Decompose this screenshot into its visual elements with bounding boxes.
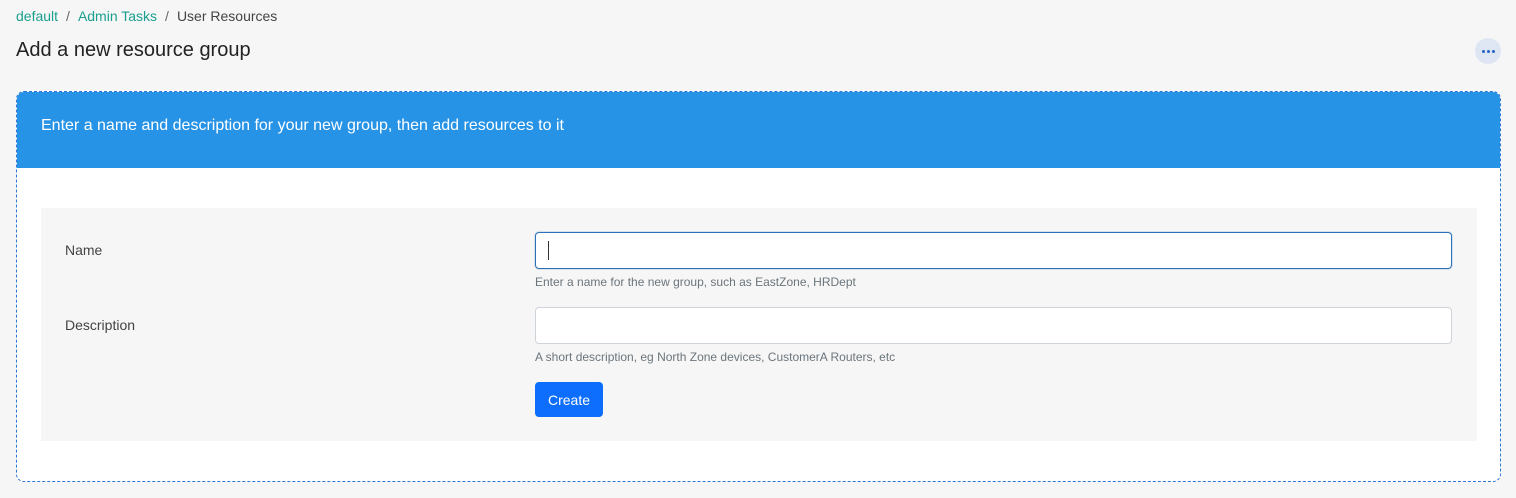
breadcrumb-separator: /: [165, 8, 169, 24]
resource-group-panel: Enter a name and description for your ne…: [16, 91, 1501, 482]
text-caret: [548, 241, 549, 260]
description-help-text: A short description, eg North Zone devic…: [535, 350, 896, 364]
description-input[interactable]: [535, 307, 1452, 344]
breadcrumb-current: User Resources: [176, 8, 278, 24]
name-help-text: Enter a name for the new group, such as …: [535, 275, 856, 289]
breadcrumb-separator: /: [66, 8, 70, 24]
breadcrumb-link-admin-tasks[interactable]: Admin Tasks: [78, 8, 157, 24]
panel-header: Enter a name and description for your ne…: [17, 92, 1500, 168]
resource-group-form: Name Enter a name for the new group, suc…: [41, 208, 1477, 441]
name-input[interactable]: [535, 232, 1452, 269]
name-label: Name: [65, 242, 103, 258]
description-label: Description: [65, 317, 136, 333]
ellipsis-icon: [1481, 49, 1495, 53]
breadcrumb: default / Admin Tasks / User Resources: [16, 8, 277, 24]
more-options-button[interactable]: [1475, 38, 1501, 64]
page-title: Add a new resource group: [16, 39, 251, 61]
create-button[interactable]: Create: [535, 382, 603, 417]
breadcrumb-link-default[interactable]: default: [16, 8, 58, 24]
